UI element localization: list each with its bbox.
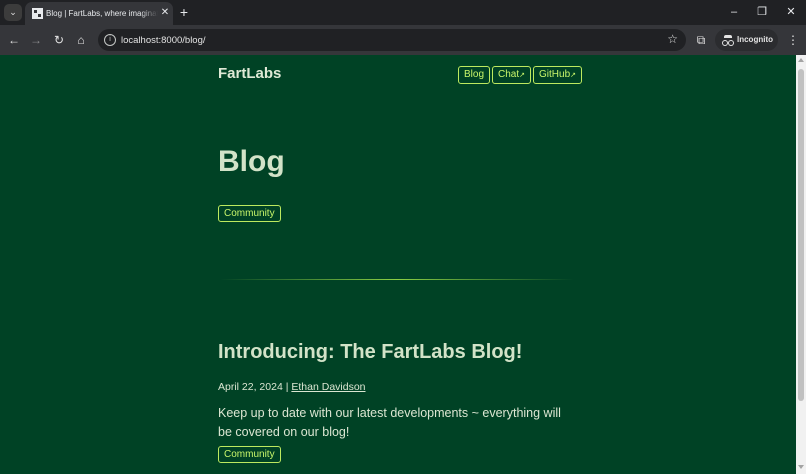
reload-icon[interactable]: ↻ xyxy=(51,32,67,48)
minimize-icon[interactable]: – xyxy=(726,4,742,20)
external-link-icon: ↗ xyxy=(570,72,577,79)
section-divider xyxy=(220,279,574,280)
scroll-down-arrow-icon[interactable] xyxy=(798,465,804,469)
incognito-icon xyxy=(722,35,734,46)
close-tab-icon[interactable]: ✕ xyxy=(159,7,171,19)
active-tab[interactable]: Blog | FartLabs, where imagination ✕ xyxy=(25,2,173,25)
site-favicon-icon xyxy=(32,8,43,19)
scroll-up-arrow-icon[interactable] xyxy=(798,58,804,62)
extensions-icon[interactable]: ⧉ xyxy=(693,32,709,48)
nav-github-link[interactable]: GitHub↗ xyxy=(533,66,583,84)
nav-blog-label: Blog xyxy=(464,69,485,80)
tab-strip: ⌄ Blog | FartLabs, where imagination ✕ +… xyxy=(0,0,806,25)
site-info-icon[interactable]: i xyxy=(104,34,116,46)
home-icon[interactable]: ⌂ xyxy=(73,32,89,48)
bookmark-star-icon[interactable]: ☆ xyxy=(667,32,678,46)
page-viewport: FartLabs Blog Chat↗ GitHub↗ Blog Communi… xyxy=(0,55,796,474)
meta-separator: | xyxy=(285,381,289,393)
nav-github-label: GitHub xyxy=(539,69,571,80)
post-title-link[interactable]: Introducing: The FartLabs Blog! xyxy=(218,341,522,364)
menu-kebab-icon[interactable]: ⋮ xyxy=(785,32,801,48)
post-meta: April 22, 2024 | Ethan Davidson xyxy=(218,381,366,393)
new-tab-icon[interactable]: + xyxy=(176,4,192,20)
tab-search-icon[interactable]: ⌄ xyxy=(4,4,22,21)
page-title: Blog xyxy=(218,145,285,178)
site-brand-link[interactable]: FartLabs xyxy=(218,65,281,82)
post-excerpt: Keep up to date with our latest developm… xyxy=(218,406,561,439)
nav-chat-label: Chat xyxy=(498,69,520,80)
tag-community-filter[interactable]: Community xyxy=(218,205,281,222)
close-window-icon[interactable]: ✕ xyxy=(783,4,799,20)
page-scrollbar[interactable] xyxy=(796,55,806,474)
post-date: April 22, 2024 xyxy=(218,381,283,393)
nav-blog-link[interactable]: Blog xyxy=(458,66,491,84)
external-link-icon: ↗ xyxy=(519,72,526,79)
incognito-badge[interactable]: Incognito xyxy=(715,29,778,51)
site-nav: Blog Chat↗ GitHub↗ xyxy=(458,66,583,84)
browser-toolbar: ← → ↻ ⌂ i localhost:8000/blog/ ☆ ⧉ Incog… xyxy=(0,25,806,55)
post-author-link[interactable]: Ethan Davidson xyxy=(291,381,365,393)
scroll-thumb[interactable] xyxy=(798,69,804,401)
nav-chat-link[interactable]: Chat↗ xyxy=(492,66,532,84)
forward-icon[interactable]: → xyxy=(28,32,44,48)
tab-title: Blog | FartLabs, where imagination xyxy=(46,9,158,18)
incognito-label: Incognito xyxy=(737,35,773,44)
address-bar[interactable]: i localhost:8000/blog/ ☆ xyxy=(98,29,686,51)
post-tag-community[interactable]: Community xyxy=(218,446,281,463)
restore-icon[interactable]: ❐ xyxy=(754,4,770,20)
url-text[interactable]: localhost:8000/blog/ xyxy=(121,35,206,46)
back-icon[interactable]: ← xyxy=(6,32,22,48)
